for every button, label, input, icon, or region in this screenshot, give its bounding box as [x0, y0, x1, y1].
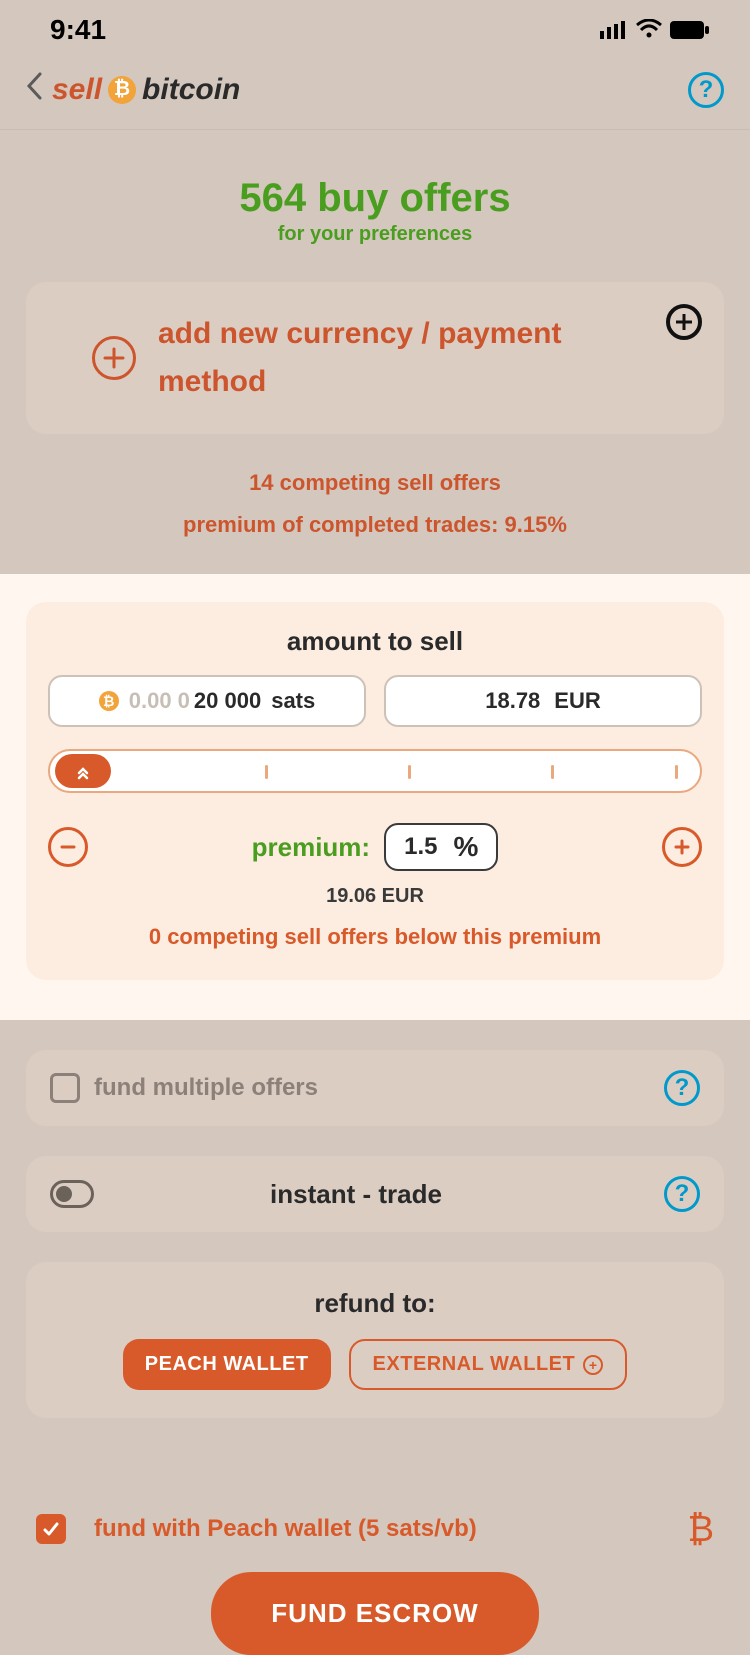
peach-wallet-button[interactable]: PEACH WALLET	[123, 1339, 331, 1390]
fund-with-peach-label: fund with Peach wallet (5 sats/vb)	[94, 1515, 477, 1543]
slider-tick	[408, 765, 411, 779]
amount-slider[interactable]	[48, 749, 702, 793]
completed-premium-stat: premium of completed trades: 9.15%	[0, 512, 750, 538]
sats-unit: sats	[271, 688, 315, 714]
refund-card: refund to: PEACH WALLET EXTERNAL WALLET …	[26, 1262, 724, 1418]
add-external-plus-icon: +	[583, 1355, 603, 1375]
slider-tick	[551, 765, 554, 779]
fund-with-peach-checkbox[interactable]	[36, 1514, 66, 1544]
offers-count: 564 buy offers	[0, 176, 750, 221]
fund-multiple-label: fund multiple offers	[94, 1074, 318, 1102]
refund-title: refund to:	[50, 1288, 700, 1319]
fund-multiple-card[interactable]: fund multiple offers ?	[26, 1050, 724, 1126]
instant-trade-label: instant - trade	[48, 1179, 664, 1210]
premium-label: premium:	[252, 832, 370, 863]
fund-multiple-checkbox[interactable]	[50, 1073, 80, 1103]
add-plus-icon	[92, 336, 136, 380]
add-payment-label: add new currency / payment method	[158, 310, 658, 406]
header-bitcoin-text: bitcoin	[142, 73, 240, 107]
signal-icon	[600, 14, 628, 46]
fund-escrow-button[interactable]: FUND ESCROW	[211, 1572, 538, 1655]
external-wallet-label: EXTERNAL WALLET	[373, 1353, 576, 1376]
slider-thumb[interactable]	[55, 754, 111, 788]
premium-competing-text: 0 competing sell offers below this premi…	[48, 924, 702, 950]
help-icon[interactable]: ?	[688, 72, 724, 108]
page-title: sell ₿ bitcoin	[52, 73, 240, 107]
slider-tick	[675, 765, 678, 779]
help-icon[interactable]: ?	[664, 1070, 700, 1106]
premium-minus-button[interactable]	[48, 827, 88, 867]
expand-plus-icon[interactable]	[666, 304, 702, 340]
external-wallet-button[interactable]: EXTERNAL WALLET +	[349, 1339, 628, 1390]
amount-section: amount to sell ₿ 0.00 020 000 sats 18.78…	[0, 574, 750, 1020]
fiat-unit: EUR	[554, 688, 600, 714]
header-sell-text: sell	[52, 73, 102, 107]
status-indicators	[600, 14, 710, 46]
back-chevron-icon[interactable]	[26, 70, 42, 109]
help-icon[interactable]: ?	[664, 1176, 700, 1212]
slider-tick	[265, 765, 268, 779]
premium-input[interactable]: 1.5 %	[384, 823, 498, 871]
competing-stats: 14 competing sell offers premium of comp…	[0, 470, 750, 538]
fiat-amount-input[interactable]: 18.78 EUR	[384, 675, 702, 727]
status-bar: 9:41	[0, 0, 750, 60]
fiat-value: 18.78	[485, 688, 540, 714]
premium-result-amount: 19.06 EUR	[48, 885, 702, 908]
offers-heading: 564 buy offers for your preferences	[0, 130, 750, 246]
battery-icon	[670, 14, 710, 46]
competing-offers-count: 14 competing sell offers	[0, 470, 750, 496]
status-time: 9:41	[50, 14, 106, 46]
instant-trade-card[interactable]: instant - trade ?	[26, 1156, 724, 1232]
sats-value: 20 000	[194, 688, 261, 714]
sats-prefix: 0.00 0	[129, 688, 190, 714]
premium-plus-button[interactable]	[662, 827, 702, 867]
peach-wallet-label: PEACH WALLET	[145, 1353, 309, 1376]
header: sell ₿ bitcoin ?	[0, 60, 750, 130]
fund-with-peach-row[interactable]: fund with Peach wallet (5 sats/vb) ₿	[0, 1508, 750, 1550]
sats-amount-input[interactable]: ₿ 0.00 020 000 sats	[48, 675, 366, 727]
percent-icon: %	[453, 831, 478, 863]
offers-subtitle: for your preferences	[0, 223, 750, 246]
add-payment-card[interactable]: add new currency / payment method	[26, 282, 724, 434]
amount-title: amount to sell	[48, 626, 702, 657]
premium-value: 1.5	[404, 833, 437, 861]
wifi-icon	[636, 14, 662, 46]
bitcoin-mini-icon: ₿	[99, 691, 119, 711]
bitcoin-icon: ₿	[108, 76, 136, 104]
instant-trade-toggle[interactable]	[50, 1180, 94, 1208]
bitcoin-outline-icon[interactable]: ₿	[687, 1508, 714, 1550]
